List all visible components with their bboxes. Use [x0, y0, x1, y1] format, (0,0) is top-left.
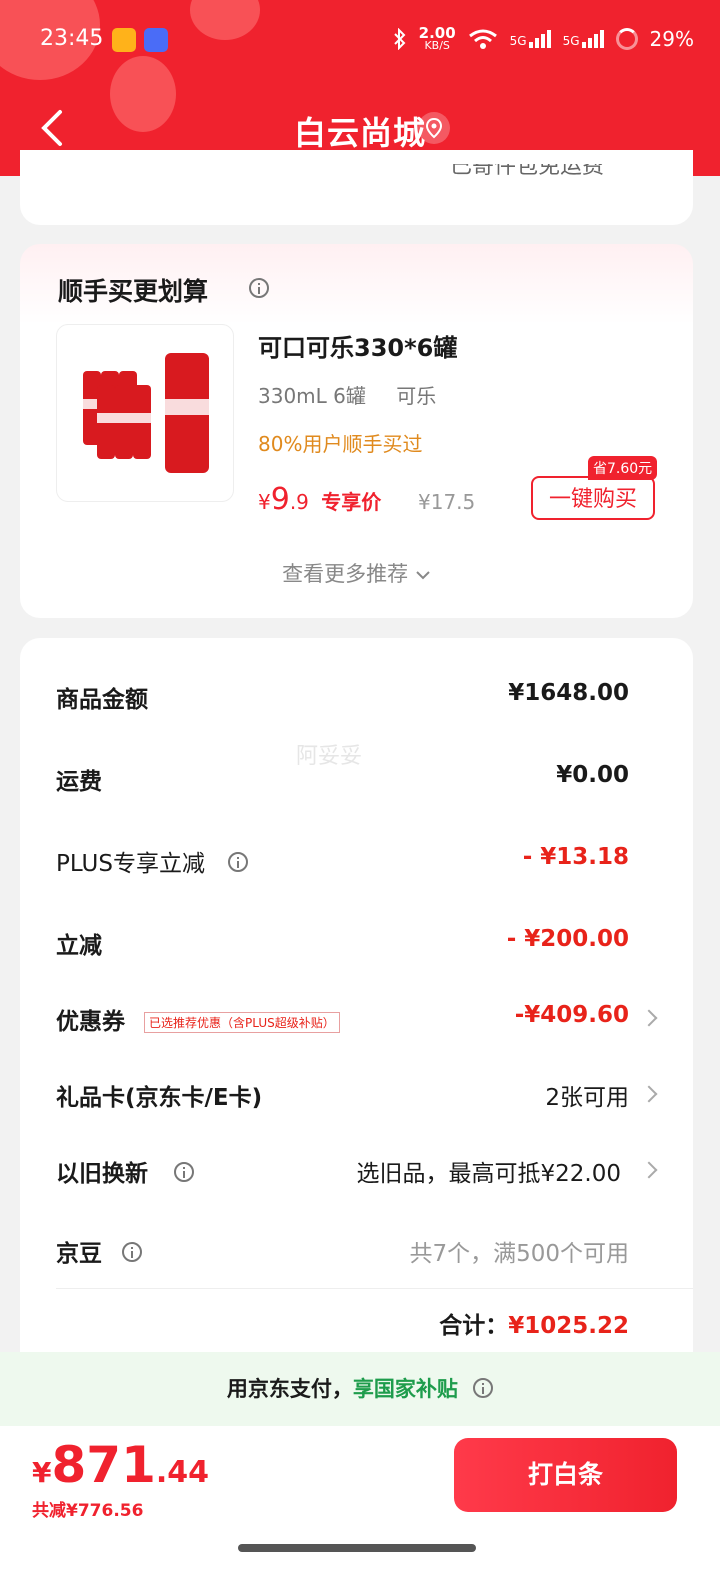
payable-amount: ¥871.44: [32, 1436, 210, 1494]
product-spec-size: 330mL 6罐: [258, 384, 366, 408]
row-instant-discount: 立减 - ¥200.00: [56, 926, 629, 959]
info-icon[interactable]: [473, 1378, 494, 1398]
address-note: 已寄件包免运费: [450, 154, 605, 179]
net-speed-unit: KB/S: [424, 39, 450, 52]
more-recommend-link[interactable]: 查看更多推荐: [20, 558, 693, 588]
jd-pay-promo-banner[interactable]: 用京东支付，享国家补贴: [0, 1352, 720, 1426]
row-goods-amount: 商品金额 ¥1648.00: [56, 680, 629, 713]
signal-icon: 5G: [510, 29, 551, 48]
recommend-card: 顺手买更划算 可口可乐330*6罐 330mL 6罐 可乐 80%用户顺手买过 …: [20, 244, 693, 618]
chevron-right-icon: [640, 1009, 658, 1027]
home-indicator[interactable]: [238, 1544, 476, 1552]
battery-level: 29%: [649, 26, 694, 51]
baitiao-pay-button[interactable]: 打白条: [454, 1438, 677, 1512]
net-speed: 2.00 KB/S: [418, 24, 456, 52]
subtotal: 合计：¥1025.22: [439, 1313, 629, 1339]
signal-icon: 5G: [563, 29, 604, 48]
bilibili-notification-icon: [144, 28, 168, 52]
product-image[interactable]: [56, 324, 234, 502]
page-title: 白云尚城: [293, 114, 426, 152]
status-time: 23:45: [40, 26, 104, 51]
wifi-icon: [468, 29, 497, 49]
info-icon[interactable]: [122, 1242, 142, 1262]
recommend-title: 顺手买更划算: [58, 277, 209, 306]
product-hint: 80%用户顺手买过: [258, 432, 423, 456]
net-speed-value: 2.00: [418, 24, 456, 42]
chevron-right-icon: [640, 1161, 658, 1179]
row-trade-in[interactable]: 以旧换新 选旧品，最高可抵¥22.00: [56, 1154, 658, 1194]
checkout-bar: ¥871.44 共减¥776.56 打白条: [0, 1426, 720, 1584]
row-gift-card[interactable]: 礼品卡(京东卡/E卡) 2张可用: [56, 1078, 658, 1118]
product-spec: 330mL 6罐 可乐: [258, 380, 436, 409]
address-card: 已寄件包免运费: [20, 150, 693, 225]
price-summary-card: 阿妥妥 商品金额 ¥1648.00 运费 ¥0.00 PLUS专享立减 - ¥1…: [20, 638, 693, 1398]
bluetooth-icon: [393, 27, 406, 50]
original-price: ¥17.5: [418, 490, 476, 514]
row-plus-discount: PLUS专享立减 - ¥13.18: [56, 844, 629, 877]
row-jd-beans: 京豆 共7个，满500个可用: [56, 1241, 629, 1267]
divider: [56, 1288, 693, 1289]
row-coupon[interactable]: 优惠券 已选推荐优惠（含PLUS超级补贴） -¥409.60: [56, 1002, 658, 1042]
coupon-tag: 已选推荐优惠（含PLUS超级补贴）: [144, 1012, 340, 1033]
product-name[interactable]: 可口可乐330*6罐: [258, 328, 457, 363]
chevron-right-icon: [640, 1085, 658, 1103]
location-pin-icon[interactable]: [418, 112, 450, 144]
price-label: 专享价: [321, 490, 382, 514]
info-icon[interactable]: [249, 278, 269, 298]
app-notification-icon: [112, 28, 136, 52]
one-click-buy-button[interactable]: 一键购买: [531, 476, 655, 520]
info-icon[interactable]: [228, 852, 248, 872]
chevron-down-icon: [416, 571, 430, 580]
product-price: ¥9.9 专享价: [258, 482, 382, 517]
product-spec-flavor: 可乐: [396, 384, 437, 408]
save-badge: 省7.60元: [588, 456, 658, 480]
battery-icon: [615, 27, 638, 50]
total-saved: 共减¥776.56: [32, 1501, 144, 1521]
status-bar: 23:45 2.00 KB/S 5G 5G 29%: [0, 22, 720, 62]
info-icon[interactable]: [174, 1162, 194, 1182]
row-shipping: 运费 ¥0.00: [56, 762, 629, 795]
